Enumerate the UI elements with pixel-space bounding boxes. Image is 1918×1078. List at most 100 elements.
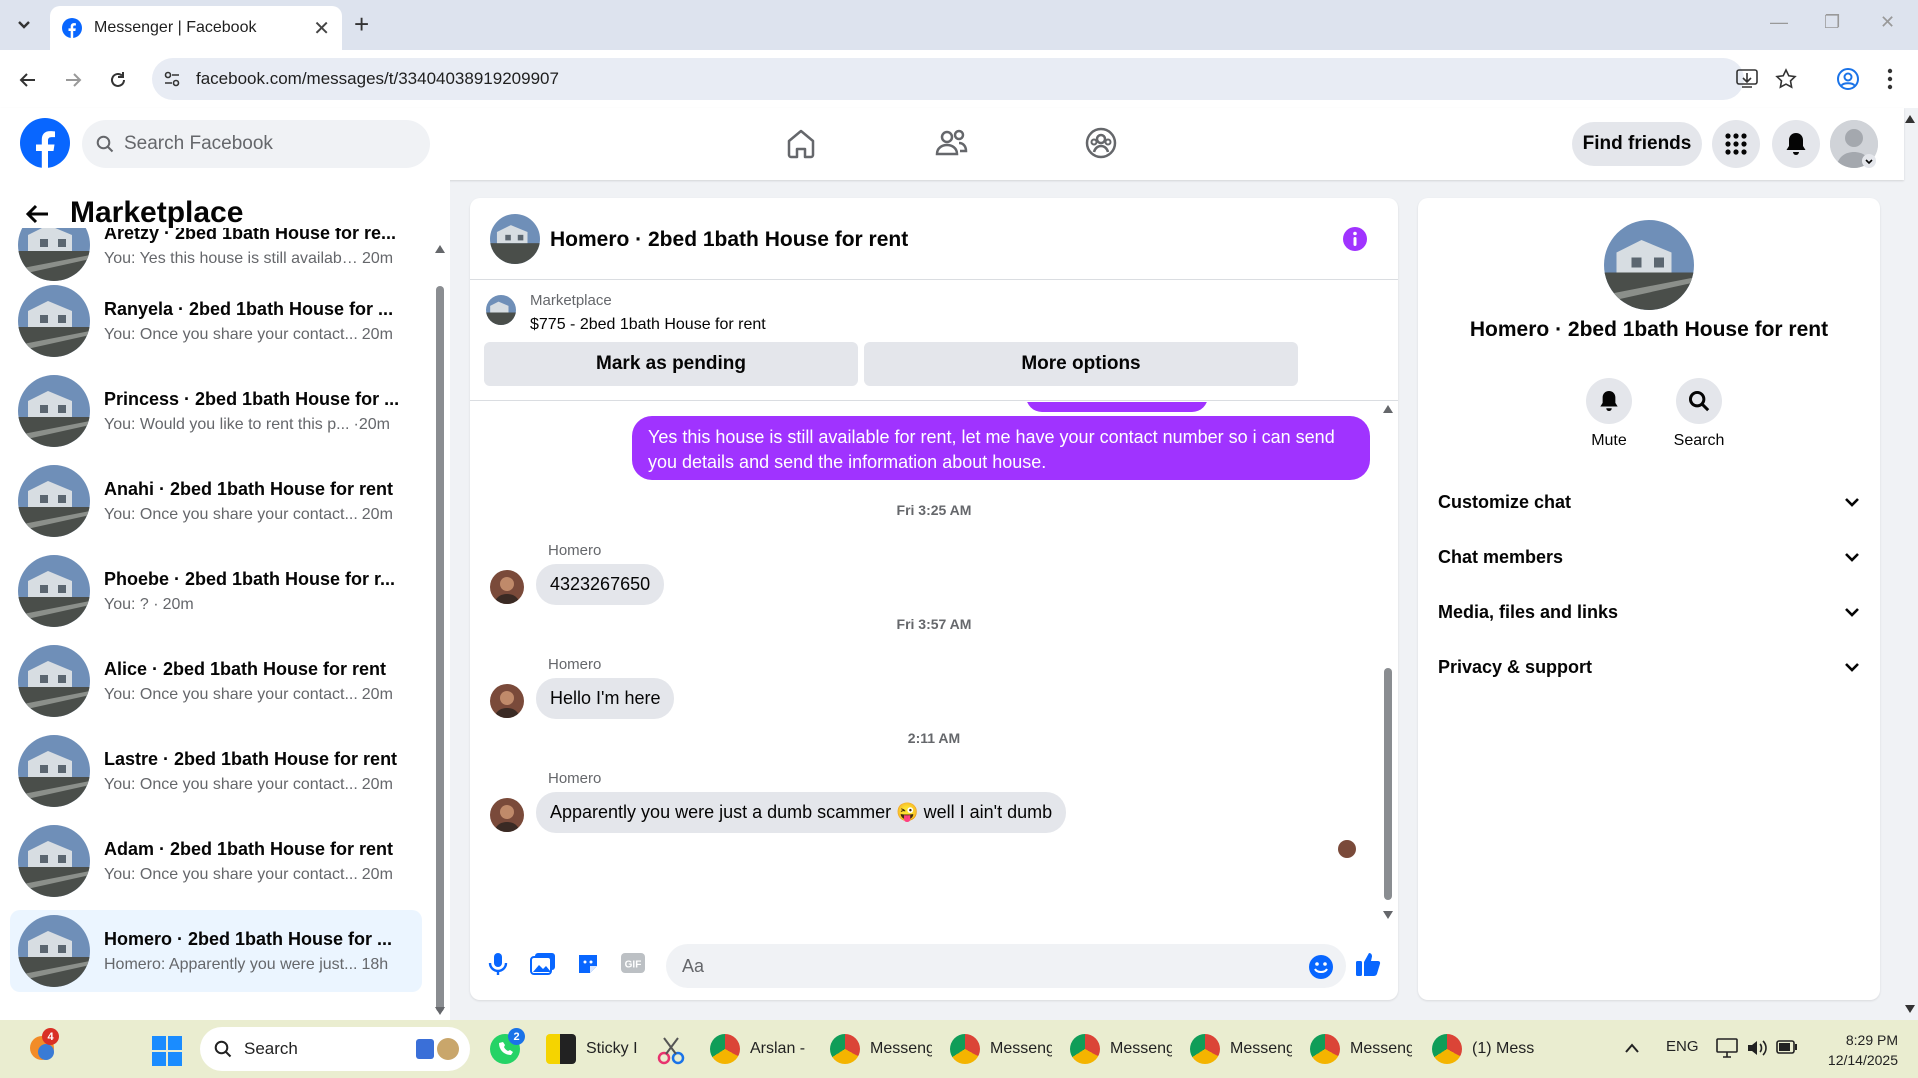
scroll-up-icon[interactable]	[1382, 404, 1394, 414]
weather-widget[interactable]: 4	[26, 1028, 59, 1064]
bookmark-star-icon[interactable]	[1775, 68, 1797, 90]
info-icon[interactable]	[1342, 226, 1368, 252]
sticker-icon[interactable]	[576, 952, 600, 976]
url-text[interactable]: facebook.com/messages/t/3340403891920990…	[196, 69, 559, 89]
mark-as-pending-button[interactable]: Mark as pending	[484, 342, 858, 386]
show-hidden-icons-chevron-icon[interactable]	[1624, 1042, 1640, 1054]
conversation-item[interactable]: Adam · 2bed 1bath House for rent You: Onc…	[10, 820, 422, 902]
mute-button[interactable]: Mute	[1564, 378, 1654, 450]
browser-tab-messenger[interactable]: Messenger | Facebook ✕	[50, 6, 342, 50]
taskbar-sticky-notes[interactable]: Sticky I	[546, 1029, 648, 1069]
incoming-message[interactable]: Hello I'm here	[536, 678, 675, 719]
conversation-item[interactable]: Phoebe · 2bed 1bath House for r... You: ?…	[10, 550, 422, 632]
customize-chat-item[interactable]: Customize chat	[1438, 482, 1860, 522]
find-friends-button[interactable]: Find friends	[1572, 122, 1702, 166]
sidebar-scrollbar[interactable]	[434, 240, 445, 1016]
notifications-button[interactable]	[1772, 120, 1820, 168]
conversation-name: Anahi · 2bed 1bath House for rent	[104, 478, 394, 499]
sender-avatar[interactable]	[490, 570, 524, 604]
taskbar-search[interactable]: Search	[200, 1027, 470, 1071]
forward-icon[interactable]	[59, 66, 87, 94]
taskbar-chrome-window[interactable]: Arslan -	[710, 1029, 812, 1069]
photo-icon[interactable]	[530, 952, 556, 976]
house-thumbnail	[18, 228, 90, 281]
browser-menu-icon[interactable]	[1886, 67, 1894, 91]
privacy-support-item[interactable]: Privacy & support	[1438, 647, 1860, 687]
taskbar-chrome-window[interactable]: Messeng	[830, 1029, 932, 1069]
whatsapp-app[interactable]: 2	[488, 1028, 525, 1066]
scroll-down-icon[interactable]	[1382, 910, 1394, 920]
sender-avatar[interactable]	[490, 684, 524, 718]
tab-title: Messenger | Facebook	[94, 19, 257, 36]
close-tab-icon[interactable]: ✕	[313, 16, 330, 41]
microphone-icon[interactable]	[488, 952, 508, 976]
message-input[interactable]: Aa	[666, 944, 1346, 988]
scroll-down-icon[interactable]	[434, 1006, 446, 1016]
chat-title[interactable]: Homero · 2bed 1bath House for rent	[550, 228, 908, 252]
close-window-icon[interactable]: ✕	[1880, 12, 1895, 33]
windows-start-icon[interactable]	[152, 1036, 182, 1066]
address-bar[interactable]: facebook.com/messages/t/3340403891920990…	[152, 58, 1797, 100]
battery-icon[interactable]	[1776, 1040, 1798, 1054]
language-indicator[interactable]: ENG	[1666, 1038, 1699, 1055]
sender-avatar[interactable]	[490, 798, 524, 832]
incoming-message[interactable]: Apparently you were just a dumb scammer …	[536, 792, 1067, 833]
search-icon	[214, 1040, 232, 1058]
scrollbar-thumb[interactable]	[436, 286, 444, 1012]
install-app-icon[interactable]	[1736, 69, 1758, 89]
taskbar-chrome-window[interactable]: Messeng	[1190, 1029, 1292, 1069]
page-scroll-up-icon[interactable]	[1904, 114, 1916, 124]
chat-avatar[interactable]	[490, 214, 540, 264]
conversation-item-active[interactable]: Homero · 2bed 1bath House for ... Homero:…	[10, 910, 422, 992]
media-files-links-item[interactable]: Media, files and links	[1438, 592, 1860, 632]
conversation-item[interactable]: Alice · 2bed 1bath House for rent You: On…	[10, 640, 422, 722]
scroll-up-icon[interactable]	[434, 244, 446, 254]
taskbar-chrome-window[interactable]: Messeng	[1070, 1029, 1172, 1069]
home-icon[interactable]	[784, 126, 818, 160]
tab-search-button[interactable]	[8, 10, 40, 40]
gif-icon[interactable]: GIF	[620, 952, 646, 974]
snipping-tool-icon[interactable]	[656, 1036, 686, 1066]
outgoing-message[interactable]: Yes this house is still available for re…	[632, 416, 1370, 480]
conversation-item[interactable]: Anahi · 2bed 1bath House for rent You: On…	[10, 460, 422, 542]
back-arrow-icon[interactable]	[24, 200, 52, 228]
search-in-conversation-button[interactable]: Search	[1654, 378, 1744, 450]
conversation-name: Alice · 2bed 1bath House for rent	[104, 658, 387, 679]
bell-icon	[1786, 133, 1806, 155]
chat-scrollbar[interactable]	[1382, 402, 1394, 922]
facebook-logo-icon[interactable]	[20, 118, 70, 168]
account-chevron-icon[interactable]	[1862, 154, 1876, 168]
groups-icon[interactable]	[1084, 126, 1118, 160]
taskbar-chrome-window[interactable]: (1) Mess	[1432, 1029, 1534, 1069]
scrollbar-thumb[interactable]	[1384, 668, 1392, 900]
incoming-message[interactable]: 4323267650	[536, 564, 665, 605]
chat-members-item[interactable]: Chat members	[1438, 537, 1860, 577]
more-options-button[interactable]: More options	[864, 342, 1298, 386]
friends-icon[interactable]	[934, 126, 968, 160]
listing-title[interactable]: $775 - 2bed 1bath House for rent	[530, 316, 766, 334]
profile-icon[interactable]	[1836, 67, 1860, 91]
new-tab-button[interactable]: +	[354, 11, 369, 37]
back-icon[interactable]	[14, 66, 42, 94]
conversation-item[interactable]: Ranyela · 2bed 1bath House for ... You: O…	[10, 280, 422, 362]
site-info-icon[interactable]	[162, 69, 182, 89]
minimize-icon[interactable]: —	[1770, 12, 1788, 33]
listing-thumbnail[interactable]	[486, 295, 516, 325]
emoji-icon[interactable]	[1308, 954, 1334, 980]
network-icon[interactable]	[1716, 1038, 1738, 1058]
restore-icon[interactable]: ❐	[1824, 12, 1840, 33]
conversation-item[interactable]: Lastre · 2bed 1bath House for rent You: O…	[10, 730, 422, 812]
page-scroll-down-icon[interactable]	[1904, 1004, 1916, 1014]
conversation-item[interactable]: Princess · 2bed 1bath House for ... You: …	[10, 370, 422, 452]
like-thumbs-up-icon[interactable]	[1354, 950, 1382, 978]
system-clock[interactable]: 8:29 PM 12/14/2025	[1808, 1030, 1898, 1070]
reload-icon[interactable]	[104, 66, 132, 94]
volume-icon[interactable]	[1746, 1038, 1768, 1058]
taskbar-chrome-window[interactable]: Messeng	[1310, 1029, 1412, 1069]
conversation-avatar-large[interactable]	[1604, 220, 1694, 310]
mute-label: Mute	[1591, 432, 1627, 449]
taskbar-chrome-window[interactable]: Messeng	[950, 1029, 1052, 1069]
conversation-item[interactable]: Aretzy · 2bed 1bath House for re... You: …	[10, 228, 422, 286]
facebook-search-input[interactable]: Search Facebook	[82, 120, 430, 168]
menu-grid-button[interactable]	[1712, 120, 1760, 168]
